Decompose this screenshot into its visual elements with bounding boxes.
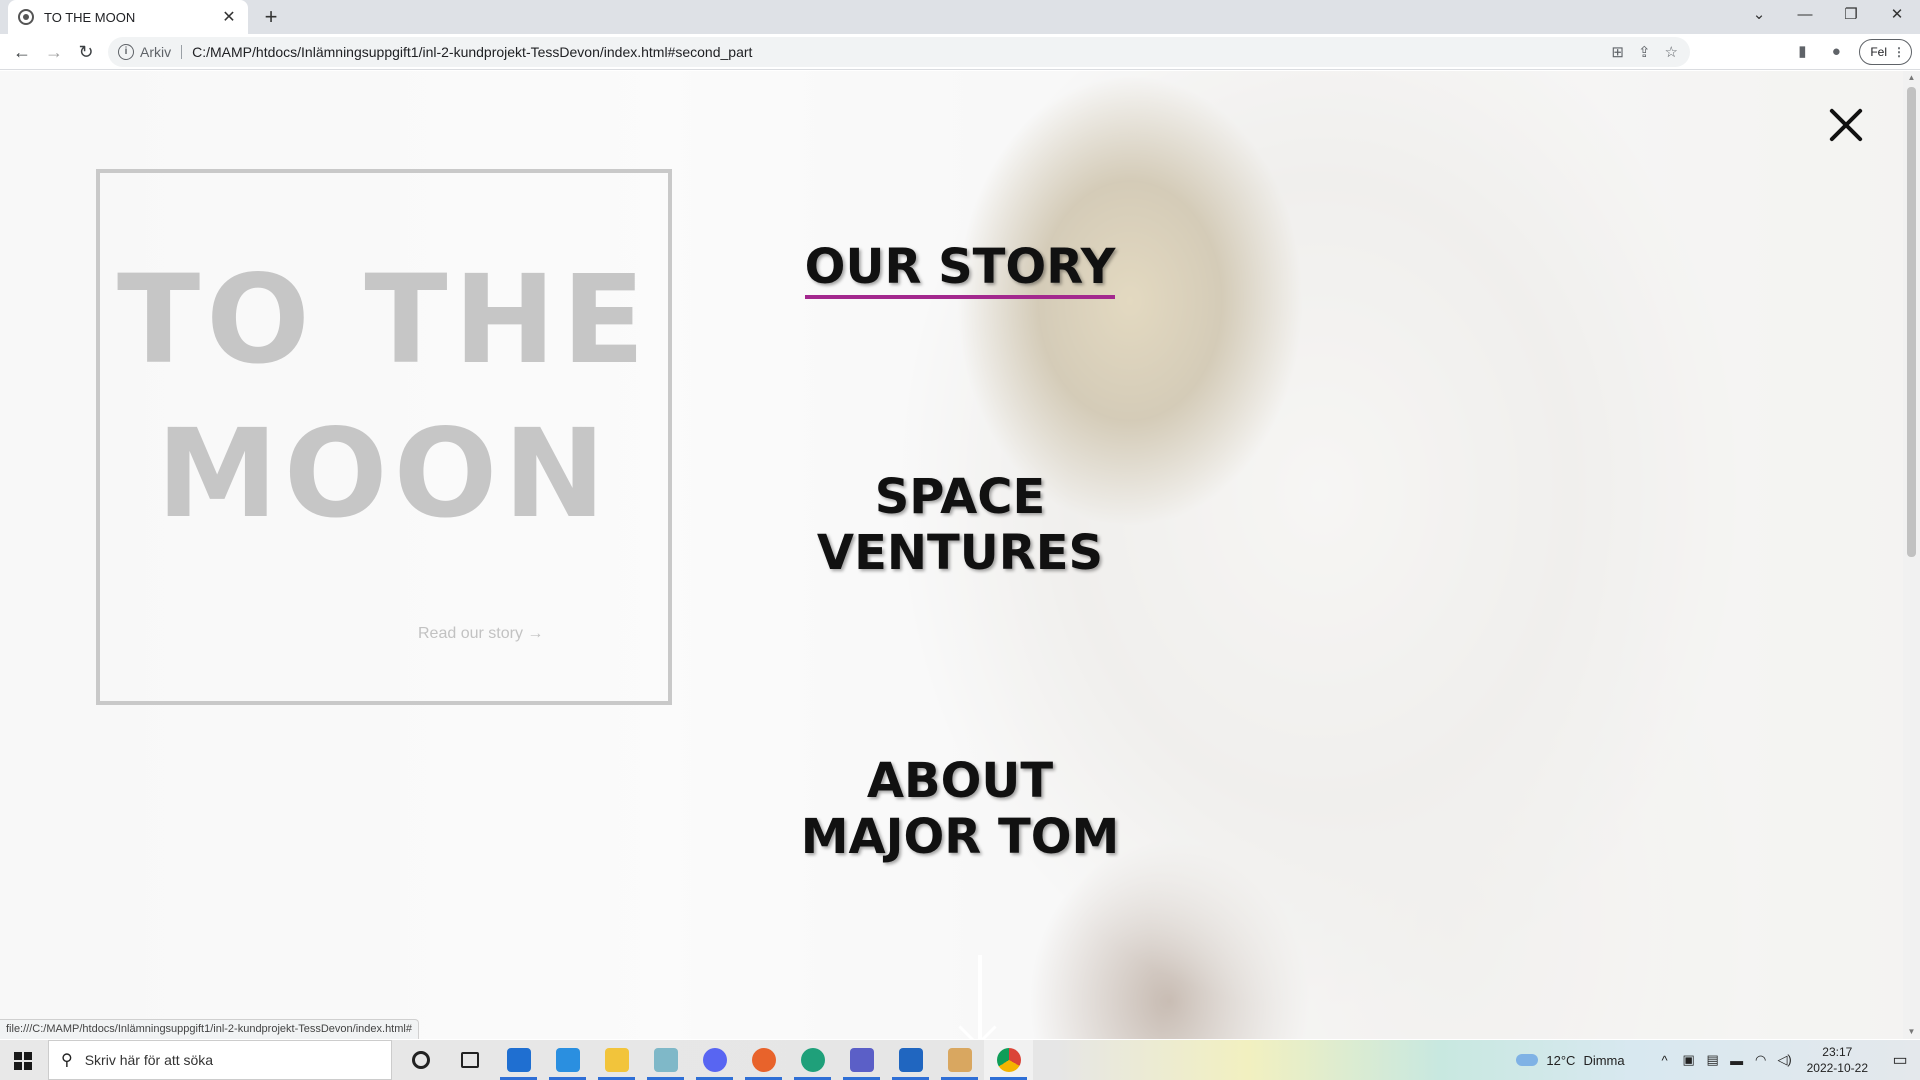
scroll-down-arrow-icon[interactable]	[978, 955, 982, 1039]
paint-icon[interactable]	[935, 1040, 984, 1080]
menu-item-label: OUR STORY	[804, 239, 1116, 299]
discord-icon[interactable]	[690, 1040, 739, 1080]
info-icon[interactable]: i	[118, 44, 134, 60]
share-icon[interactable]: ⇪	[1638, 43, 1651, 61]
page-scrollbar[interactable]: ▲ ▼	[1903, 71, 1920, 1039]
weather-desc: Dimma	[1583, 1052, 1625, 1068]
wifi-icon[interactable]: ◠	[1749, 1052, 1773, 1068]
window-close-button[interactable]: ✕	[1874, 0, 1920, 34]
menu-item-about-major-tom[interactable]: ABOUT MAJOR TOM	[780, 753, 1140, 865]
menu-item-label-line2: VENTURES	[816, 525, 1104, 581]
menu-item-label-line1: SPACE	[874, 469, 1046, 525]
globe-icon	[18, 9, 34, 25]
toolbar-right: ▮ ● Fel ⋮	[1791, 34, 1920, 70]
cortana-icon[interactable]	[396, 1040, 445, 1080]
chrome-icon[interactable]	[984, 1040, 1033, 1080]
bookmark-star-icon[interactable]: ☆	[1665, 43, 1678, 61]
weather-widget[interactable]: 12°C Dimma	[1516, 1052, 1625, 1068]
browser-toolbar: ← → ↻ i Arkiv C:/MAMP/htdocs/Inlämningsu…	[0, 34, 1920, 70]
translate-icon[interactable]: ⊞	[1611, 43, 1624, 61]
clock-time: 23:17	[1822, 1045, 1853, 1059]
address-bar[interactable]: i Arkiv C:/MAMP/htdocs/Inlämningsuppgift…	[108, 37, 1690, 67]
tab-search-icon[interactable]: ⌄	[1736, 0, 1782, 34]
forward-icon[interactable]: →	[40, 38, 68, 66]
notification-icon[interactable]: ▭	[1880, 1050, 1920, 1070]
menu-item-space-ventures[interactable]: SPACE VENTURES	[780, 469, 1140, 581]
file-explorer-icon[interactable]	[592, 1040, 641, 1080]
restore-button[interactable]: ❐	[1828, 0, 1874, 34]
cloud-icon	[1516, 1054, 1539, 1066]
system-tray: 12°C Dimma ^ ▣ ▤ ▬ ◠ ◁) 23:17 2022-10-22…	[1516, 1040, 1920, 1080]
hero-title: TO THE MOON	[100, 243, 668, 551]
status-bar-url: file:///C:/MAMP/htdocs/Inlämningsuppgift…	[0, 1019, 419, 1039]
taskbar-apps	[396, 1040, 1033, 1080]
page-viewport: TO THE MOON Read our story → OUR STORY S…	[0, 71, 1903, 1039]
app-icon[interactable]	[641, 1040, 690, 1080]
mail-icon[interactable]	[494, 1040, 543, 1080]
scroll-up-icon[interactable]: ▲	[1907, 73, 1916, 83]
tab-title: TO THE MOON	[44, 9, 136, 25]
search-placeholder: Skriv här för att söka	[84, 1052, 214, 1068]
windows-taskbar: ⚲ Skriv här för att söka 12°C Dimma ^ ▣ …	[0, 1040, 1920, 1080]
tab-close-icon[interactable]: ✕	[220, 7, 238, 27]
address-scheme-label: Arkiv	[140, 45, 183, 59]
side-panel-icon[interactable]: ▮	[1791, 41, 1813, 63]
address-url[interactable]: C:/MAMP/htdocs/Inlämningsuppgift1/inl-2-…	[192, 44, 752, 60]
tab-strip: TO THE MOON ✕ + ⌄ — ❐ ✕	[0, 0, 1920, 34]
reload-icon[interactable]: ↻	[72, 38, 100, 66]
firefox-icon[interactable]	[739, 1040, 788, 1080]
hero-box: TO THE MOON Read our story →	[96, 169, 672, 705]
network-icon[interactable]: ▤	[1701, 1052, 1725, 1068]
photos-icon[interactable]	[886, 1040, 935, 1080]
hero-title-line1: TO THE	[116, 249, 652, 391]
back-icon[interactable]: ←	[8, 38, 36, 66]
read-our-story-link[interactable]: Read our story →	[418, 625, 543, 643]
menu-item-our-story[interactable]: OUR STORY	[780, 239, 1140, 299]
teams-icon[interactable]	[837, 1040, 886, 1080]
taskbar-search-box[interactable]: ⚲ Skriv här för att söka	[48, 1040, 392, 1080]
battery-icon[interactable]: ▬	[1725, 1053, 1749, 1068]
weather-temp: 12°C	[1546, 1052, 1576, 1068]
profile-avatar-icon[interactable]: ●	[1825, 41, 1847, 63]
volume-icon[interactable]: ◁)	[1773, 1052, 1797, 1068]
browser-tab[interactable]: TO THE MOON ✕	[8, 0, 248, 34]
address-bar-actions: ⊞ ⇪ ☆	[1611, 37, 1678, 67]
windows-start-icon[interactable]	[14, 1052, 32, 1070]
hero-title-line2: MOON	[156, 403, 612, 545]
meet-now-icon[interactable]: ▣	[1677, 1052, 1701, 1068]
clock[interactable]: 23:17 2022-10-22	[1807, 1044, 1868, 1076]
clock-date: 2022-10-22	[1806, 1061, 1868, 1075]
task-view-icon[interactable]	[445, 1040, 494, 1080]
scrollbar-thumb[interactable]	[1907, 87, 1916, 557]
menu-item-label-line1: ABOUT	[866, 753, 1054, 809]
profile-label: Fel	[1870, 45, 1887, 59]
edge-icon[interactable]	[788, 1040, 837, 1080]
menu-item-label-line2: MAJOR TOM	[800, 809, 1120, 865]
profile-error-chip[interactable]: Fel ⋮	[1859, 39, 1912, 65]
menu-dots-icon: ⋮	[1893, 45, 1905, 59]
scroll-down-icon[interactable]: ▼	[1907, 1027, 1916, 1037]
minimize-button[interactable]: —	[1782, 0, 1828, 34]
vscode-icon[interactable]	[543, 1040, 592, 1080]
new-tab-button[interactable]: +	[258, 4, 284, 30]
search-icon: ⚲	[61, 1052, 73, 1069]
close-menu-icon[interactable]	[1826, 105, 1866, 145]
chevron-up-icon[interactable]: ^	[1653, 1053, 1677, 1068]
